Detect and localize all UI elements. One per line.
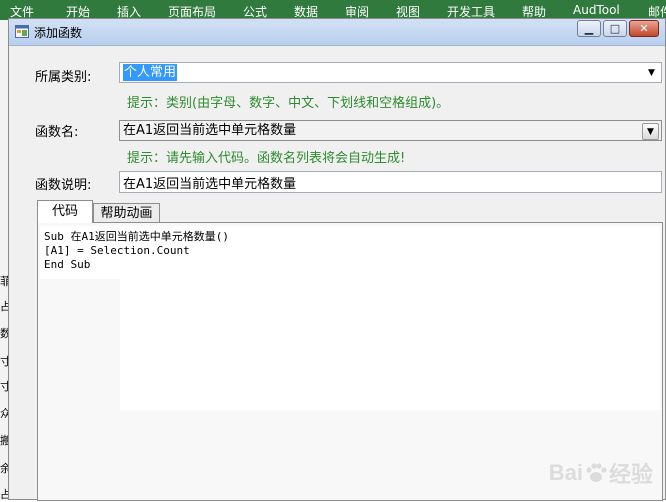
code-line: [A1] = Selection.Count: [44, 244, 190, 257]
restore-button[interactable]: □: [603, 20, 627, 37]
restore-icon: □: [609, 22, 621, 35]
close-icon: ✕: [639, 22, 649, 35]
chevron-down-icon[interactable]: ▼: [644, 65, 659, 80]
tab-code-label: 代码: [51, 204, 78, 219]
dialog-titlebar[interactable]: 添加函数 ▁ □ ✕: [9, 19, 665, 46]
watermark-text: Bai: [548, 460, 583, 485]
category-value: 个人常用: [123, 64, 178, 81]
code-line: End Sub: [44, 258, 91, 271]
close-button[interactable]: ✕: [629, 20, 659, 37]
baidu-watermark: Bai 经验: [549, 457, 653, 489]
function-name-value: 在A1返回当前选中单元格数量: [123, 123, 297, 138]
watermark-suffix: 经验: [608, 462, 653, 487]
minimize-icon: ▁: [584, 22, 594, 35]
code-line: Sub 在A1返回当前选中单元格数量(): [44, 230, 229, 243]
excel-menu-bar: 文件 开始 插入 页面布局 公式 数据 审阅 视图 开发工具 帮助 AudToo…: [0, 0, 666, 20]
function-name-hint: 提示：请先输入代码。函数名列表将会自动生成!: [127, 151, 406, 166]
category-hint: 提示：类别(由字母、数字、中文、下划线和空格组成)。: [127, 96, 450, 111]
category-combobox[interactable]: 个人常用 ▼: [119, 62, 662, 83]
minimize-button[interactable]: ▁: [577, 20, 601, 37]
window-controls: ▁ □ ✕: [575, 20, 659, 38]
description-input[interactable]: [120, 172, 661, 192]
paw-icon: [586, 463, 607, 482]
chevron-down-icon[interactable]: ▼: [642, 123, 659, 140]
code-editor[interactable]: Sub 在A1返回当前选中单元格数量() [A1] = Selection.Cou…: [40, 226, 660, 411]
function-name-combobox[interactable]: 在A1返回当前选中单元格数量 ▼: [119, 120, 662, 141]
tab-help-animation[interactable]: 帮助动画: [93, 203, 160, 222]
description-field[interactable]: [119, 171, 662, 193]
description-label: 函数说明:: [35, 178, 92, 193]
tab-help-animation-label: 帮助动画: [100, 206, 153, 221]
function-name-label: 函数名:: [35, 125, 79, 140]
app-window-icon: [15, 25, 29, 38]
add-function-dialog: 添加函数 ▁ □ ✕ 所属类别: 个人常用 ▼ 提示：类别(由字母、数字、中文、…: [8, 18, 666, 501]
menu-audtool[interactable]: AudTool: [573, 3, 620, 17]
dialog-title: 添加函数: [34, 26, 83, 40]
tab-code[interactable]: 代码: [37, 200, 93, 223]
category-label: 所属类别:: [35, 70, 92, 85]
